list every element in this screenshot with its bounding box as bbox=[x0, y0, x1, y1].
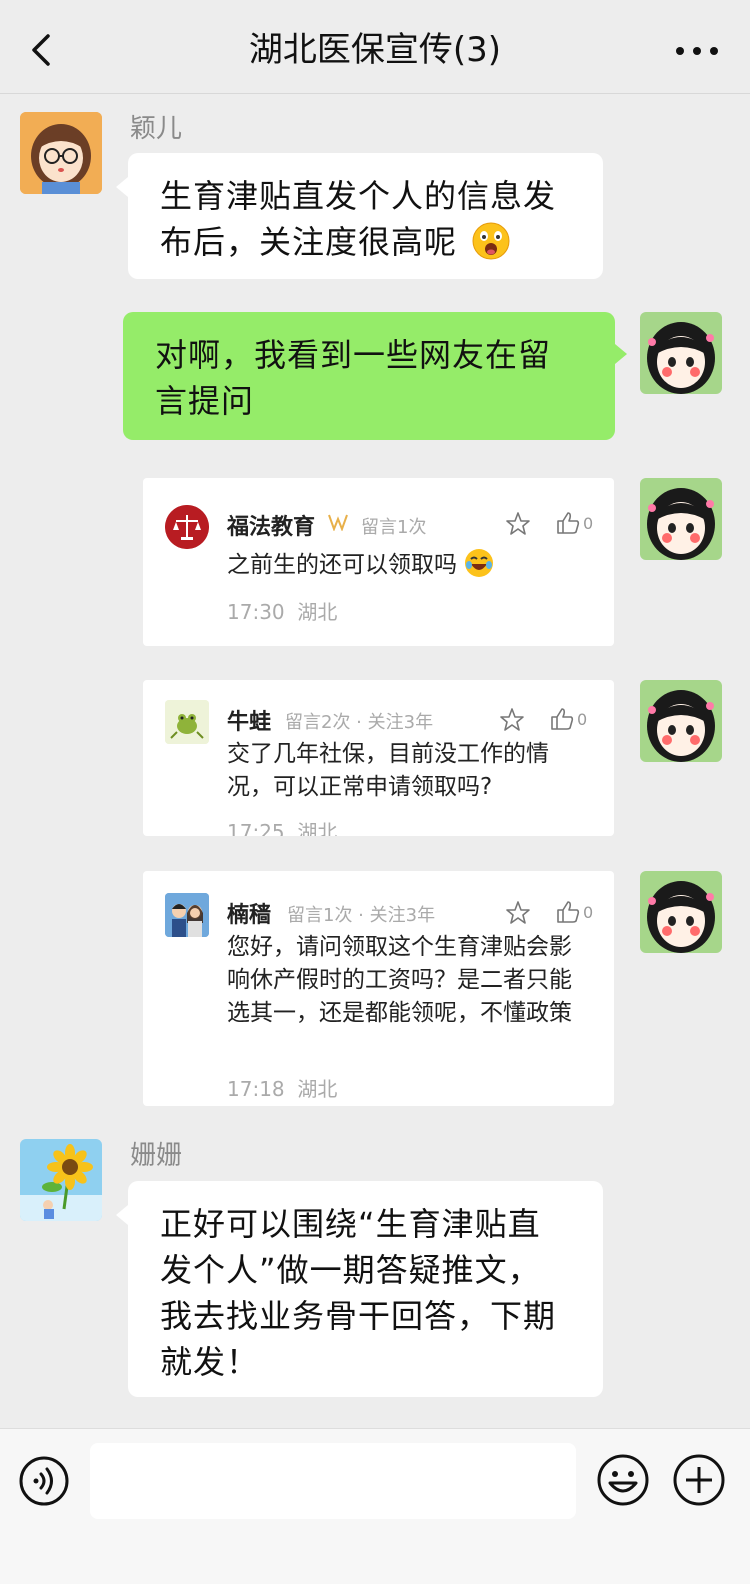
like-count: 0 bbox=[577, 710, 588, 729]
avatar-self[interactable] bbox=[640, 312, 722, 394]
emoji-icon[interactable] bbox=[596, 1453, 650, 1507]
star-icon[interactable] bbox=[505, 511, 531, 537]
surprised-emoji-icon bbox=[472, 222, 510, 260]
thumbs-up-icon[interactable] bbox=[555, 510, 581, 536]
avatar-self[interactable] bbox=[640, 680, 722, 762]
avatar-shanshan[interactable] bbox=[20, 1139, 102, 1221]
message-text: 正好可以围绕“生育津贴直发个人”做一期答疑推文，我去找业务骨干回答，下期就发！ bbox=[160, 1205, 557, 1381]
plus-icon[interactable] bbox=[672, 1453, 726, 1507]
verified-badge-icon bbox=[328, 514, 348, 531]
avatar-yinger[interactable] bbox=[20, 112, 102, 194]
message-bubble[interactable]: 生育津贴直发个人的信息发布后，关注度很高呢 bbox=[116, 153, 603, 279]
message-bubble-self[interactable]: 对啊，我看到一些网友在留言提问 bbox=[123, 312, 627, 440]
input-bar bbox=[0, 1428, 750, 1584]
thumbs-up-icon[interactable] bbox=[555, 899, 581, 925]
couple-photo-avatar bbox=[165, 893, 209, 937]
star-icon[interactable] bbox=[505, 900, 531, 926]
commenter-meta: 留言1次 bbox=[361, 517, 427, 538]
scales-icon bbox=[165, 505, 209, 549]
chat-title: 湖北医保宣传(3) bbox=[248, 30, 502, 70]
comment-card[interactable]: 福法教育 留言1次 0 之前生的还可以领取吗 17:30 湖北 bbox=[143, 478, 614, 646]
more-dots-icon[interactable] bbox=[674, 34, 720, 64]
star-icon[interactable] bbox=[499, 707, 525, 733]
comment-text: 交了几年社保，目前没工作的情况，可以正常申请领取吗? bbox=[227, 741, 549, 800]
comment-card[interactable]: 楠穑 留言1次 · 关注3年 0 您好，请问领取这个生育津贴会影响休产假时的工资… bbox=[143, 871, 614, 1106]
sender-name: 颖儿 bbox=[130, 114, 183, 144]
commenter-meta: 留言1次 · 关注3年 bbox=[287, 905, 436, 926]
thumbs-up-icon[interactable] bbox=[549, 706, 575, 732]
avatar-self[interactable] bbox=[640, 871, 722, 953]
commenter-name: 牛蛙 bbox=[227, 710, 272, 735]
laughing-emoji-icon bbox=[465, 549, 494, 577]
comment-card[interactable]: 牛蛙 留言2次 · 关注3年 0 交了几年社保，目前没工作的情况，可以正常申请领… bbox=[143, 680, 614, 836]
voice-icon[interactable] bbox=[18, 1455, 70, 1507]
like-count: 0 bbox=[583, 514, 594, 533]
avatar-self[interactable] bbox=[640, 478, 722, 560]
like-count: 0 bbox=[583, 903, 594, 922]
sender-name: 姗姗 bbox=[130, 1141, 183, 1171]
frog-avatar bbox=[165, 700, 209, 744]
message-text: 对啊，我看到一些网友在留言提问 bbox=[155, 336, 552, 420]
chat-header: 湖北医保宣传(3) bbox=[0, 0, 750, 94]
commenter-name: 福法教育 bbox=[227, 515, 316, 540]
message-bubble[interactable]: 正好可以围绕“生育津贴直发个人”做一期答疑推文，我去找业务骨干回答，下期就发！ bbox=[116, 1181, 603, 1397]
comment-text: 您好，请问领取这个生育津贴会影响休产假时的工资吗？是二者只能选其一，还是都能领呢… bbox=[227, 934, 572, 1026]
comment-time: 17:25 湖北 bbox=[227, 820, 338, 836]
comment-text: 之前生的还可以领取吗 bbox=[227, 548, 584, 582]
comment-time: 17:18 湖北 bbox=[227, 1077, 338, 1101]
commenter-meta: 留言2次 · 关注3年 bbox=[285, 712, 434, 733]
commenter-name: 楠穑 bbox=[227, 903, 272, 928]
comment-time: 17:30 湖北 bbox=[227, 600, 338, 624]
message-input[interactable] bbox=[90, 1443, 576, 1519]
